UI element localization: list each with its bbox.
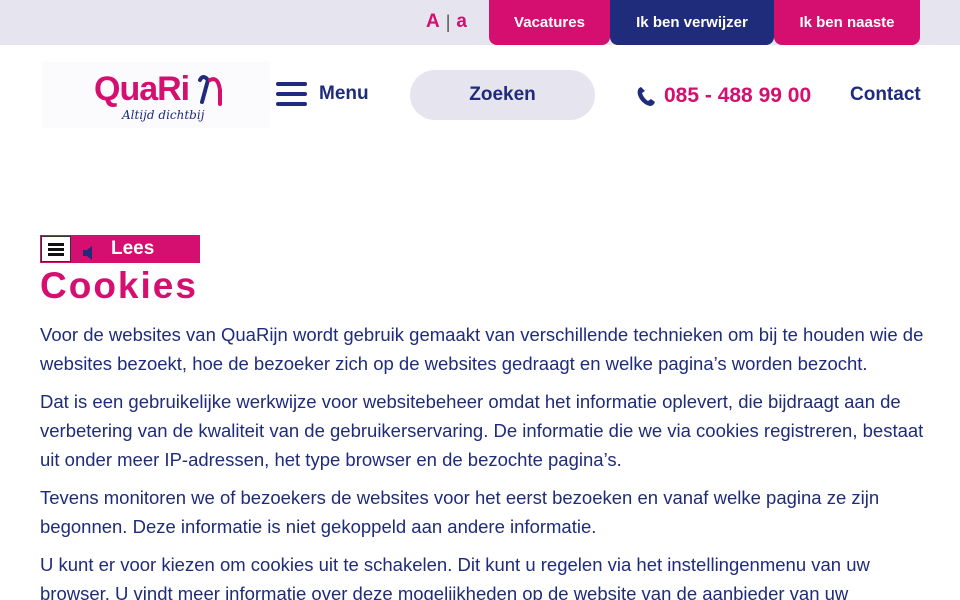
top-utility-bar: A | a Vacatures Ik ben verwijzer Ik ben …: [0, 0, 960, 45]
page-title: Cookies: [40, 265, 198, 306]
menu-label: Menu: [319, 83, 369, 104]
speaker-icon: [83, 246, 92, 260]
contact-link[interactable]: Contact: [850, 84, 921, 106]
phone-icon: [637, 87, 655, 106]
list-icon: [48, 242, 64, 246]
font-size-separator: |: [445, 11, 451, 32]
content-paragraph: U kunt er voor kiezen om cookies uit te …: [40, 554, 870, 600]
menu-toggle[interactable]: Menu: [276, 82, 369, 106]
readspeaker-label: Lees: [111, 238, 155, 259]
page-content: Voor de websites van QuaRijn wordt gebru…: [40, 320, 925, 600]
search-button[interactable]: Zoeken: [410, 70, 595, 120]
readspeaker-play-button[interactable]: Lees: [71, 236, 199, 262]
quarijn-logo[interactable]: QuaRi Altijd dichtbij: [42, 62, 270, 128]
content-paragraph: Dat is een gebruikelijke werkwijze voor …: [40, 391, 924, 470]
verwijzer-button[interactable]: Ik ben verwijzer: [610, 0, 774, 45]
font-size-large-link[interactable]: A: [426, 11, 440, 33]
svg-text:Altijd dichtbij: Altijd dichtbij: [121, 108, 205, 122]
vacatures-button[interactable]: Vacatures: [489, 0, 610, 45]
phone-link[interactable]: 085 - 488 99 00: [636, 84, 811, 108]
readspeaker-menu-button[interactable]: [41, 236, 71, 262]
content-paragraph: Tevens monitoren we of bezoekers de webs…: [40, 487, 880, 537]
svg-text:QuaRi: QuaRi: [94, 70, 189, 108]
naaste-button[interactable]: Ik ben naaste: [774, 0, 920, 45]
readspeaker-widget: Lees: [40, 235, 200, 263]
content-paragraph: Voor de websites van QuaRijn wordt gebru…: [40, 324, 924, 374]
logo-graphic: QuaRi Altijd dichtbij: [94, 70, 222, 122]
hamburger-icon: [276, 82, 307, 106]
phone-number: 085 - 488 99 00: [664, 84, 812, 107]
font-size-switcher: A | a: [426, 11, 467, 33]
font-size-small-link[interactable]: a: [456, 11, 467, 33]
